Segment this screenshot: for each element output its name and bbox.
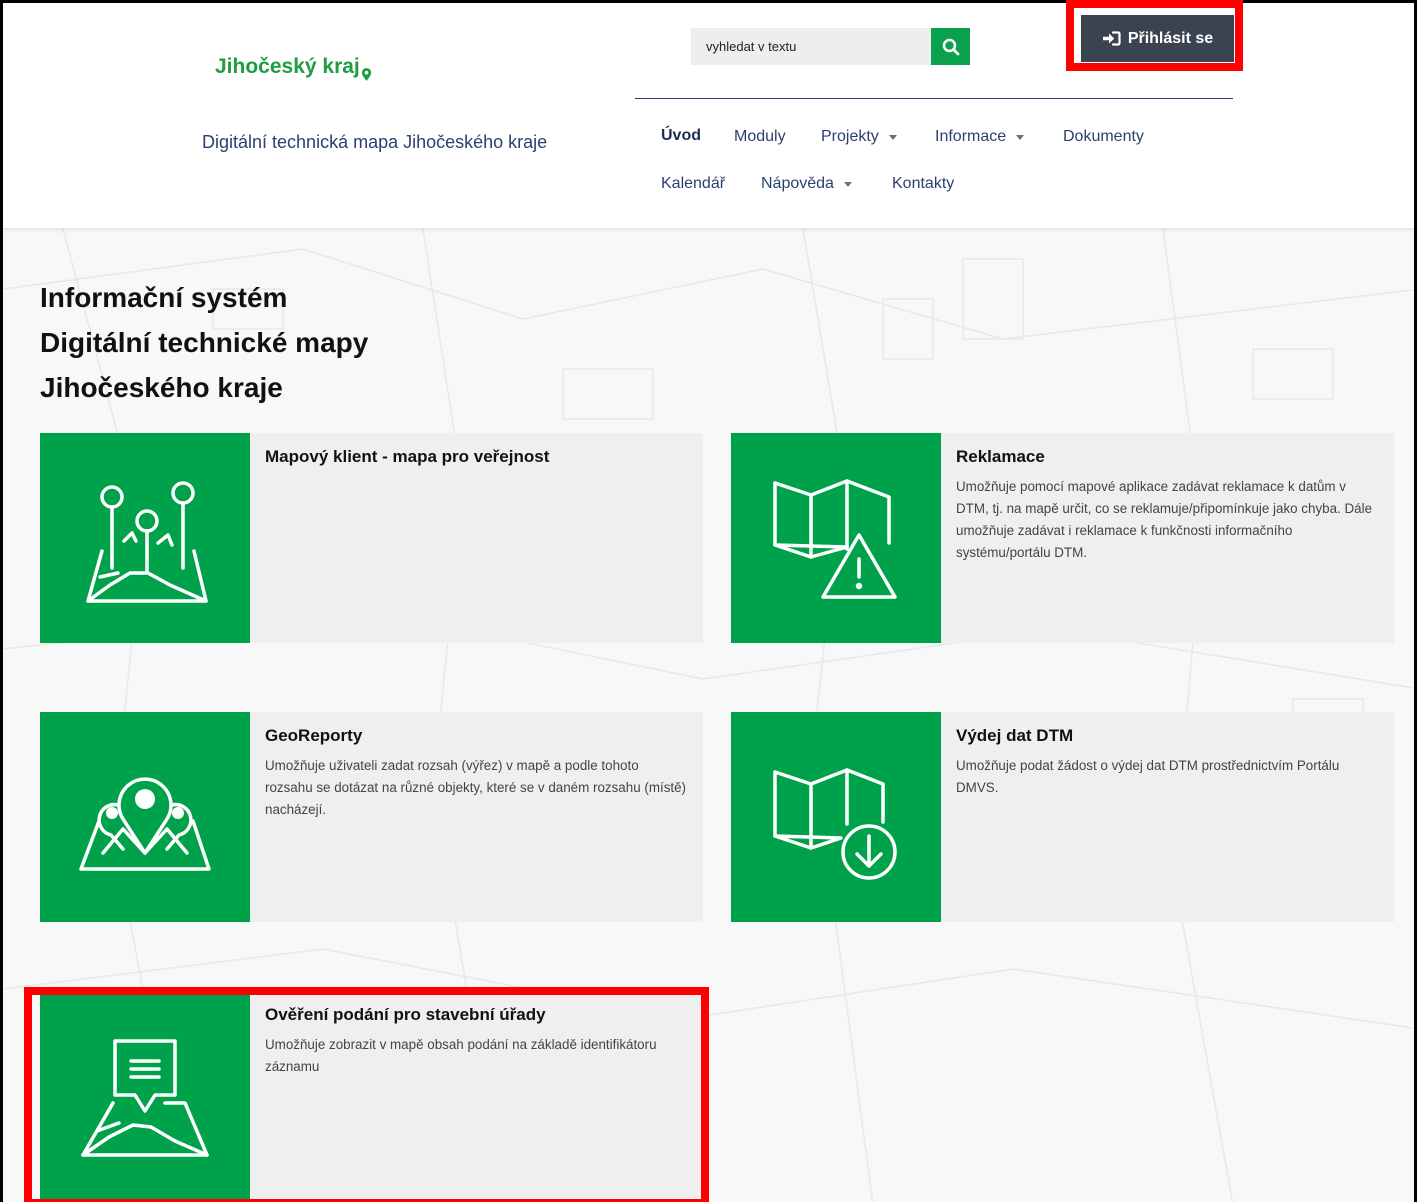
page-title: Informační systém Digitální technické ma… <box>40 282 369 403</box>
login-button[interactable]: Přihlásit se <box>1081 15 1234 62</box>
card-title: Ověření podání pro stavební úřady <box>265 1005 546 1024</box>
site-logo[interactable]: Jihočeský kraj <box>215 55 372 81</box>
nav-item-projekty[interactable]: Projekty <box>821 128 897 146</box>
card-description: Umožňuje podat žádost o výdej dat DTM pr… <box>956 758 1340 795</box>
site-subtitle: Digitální technická mapa Jihočeského kra… <box>202 132 548 152</box>
search-bar <box>691 28 970 65</box>
card-icon-box <box>731 433 941 643</box>
nav-item-uvod[interactable]: Úvod <box>661 127 701 145</box>
card-georeporty[interactable]: GeoReporty Umožňuje uživateli zadat rozs… <box>40 712 703 922</box>
nav-item-napoveda[interactable]: Nápověda <box>761 175 852 193</box>
nav-item-dokumenty[interactable]: Dokumenty <box>1063 128 1144 146</box>
nav-item-kalendar[interactable]: Kalendář <box>661 175 725 193</box>
nav-item-informace[interactable]: Informace <box>935 128 1025 146</box>
logo-text: Jihočeský kraj <box>215 55 360 78</box>
card-body: Výdej dat DTM Umožňuje podat žádost o vý… <box>941 712 1394 922</box>
card-body: Reklamace Umožňuje pomocí mapové aplikac… <box>941 433 1394 643</box>
card-description: Umožňuje uživateli zadat rozsah (výřez) … <box>265 758 687 817</box>
location-pin-icon <box>361 68 371 81</box>
login-label: Přihlásit se <box>1127 29 1214 47</box>
chevron-down-icon <box>888 134 897 140</box>
card-title: Mapový klient - mapa pro veřejnost <box>265 447 550 466</box>
map-warning-icon <box>773 479 897 599</box>
card-body: Mapový klient - mapa pro veřejnost <box>250 433 563 643</box>
card-reklamace[interactable]: Reklamace Umožňuje pomocí mapové aplikac… <box>731 433 1394 643</box>
site-header: Jihočeský kraj Digitální technická mapa … <box>3 3 1414 229</box>
card-description: Umožňuje zobrazit v mapě obsah podání na… <box>265 1037 657 1074</box>
map-pins-icon <box>86 481 208 603</box>
nav-item-kontakty[interactable]: Kontakty <box>892 175 954 193</box>
card-body: GeoReporty Umožňuje uživateli zadat rozs… <box>250 712 703 922</box>
chevron-down-icon <box>1016 134 1025 140</box>
card-body: Ověření podání pro stavební úřady Umožňu… <box>250 991 703 1201</box>
card-title: Výdej dat DTM <box>956 726 1074 745</box>
card-icon-box <box>40 712 250 922</box>
card-icon-box <box>40 991 250 1201</box>
card-icon-box <box>40 433 250 643</box>
sign-in-icon <box>1102 31 1121 46</box>
card-description: Umožňuje pomocí mapové aplikace zadávat … <box>956 479 1373 560</box>
search-button[interactable] <box>931 28 970 65</box>
nav-divider <box>635 98 1233 99</box>
nav-item-moduly[interactable]: Moduly <box>734 128 786 146</box>
card-title: GeoReporty <box>265 726 363 745</box>
map-message-icon <box>81 1039 209 1157</box>
search-input[interactable] <box>691 28 931 65</box>
map-download-icon <box>773 768 897 880</box>
card-vydej-dat[interactable]: Výdej dat DTM Umožňuje podat žádost o vý… <box>731 712 1394 922</box>
browser-frame: Jihočeský kraj Digitální technická mapa … <box>0 0 1417 1202</box>
chevron-down-icon <box>843 181 852 187</box>
card-title: Reklamace <box>956 447 1045 466</box>
card-overeni-podani[interactable]: Ověření podání pro stavební úřady Umožňu… <box>40 991 703 1201</box>
map-location-icon <box>79 777 211 871</box>
search-icon <box>942 38 959 55</box>
card-icon-box <box>731 712 941 922</box>
card-map-client[interactable]: Mapový klient - mapa pro veřejnost <box>40 433 703 643</box>
